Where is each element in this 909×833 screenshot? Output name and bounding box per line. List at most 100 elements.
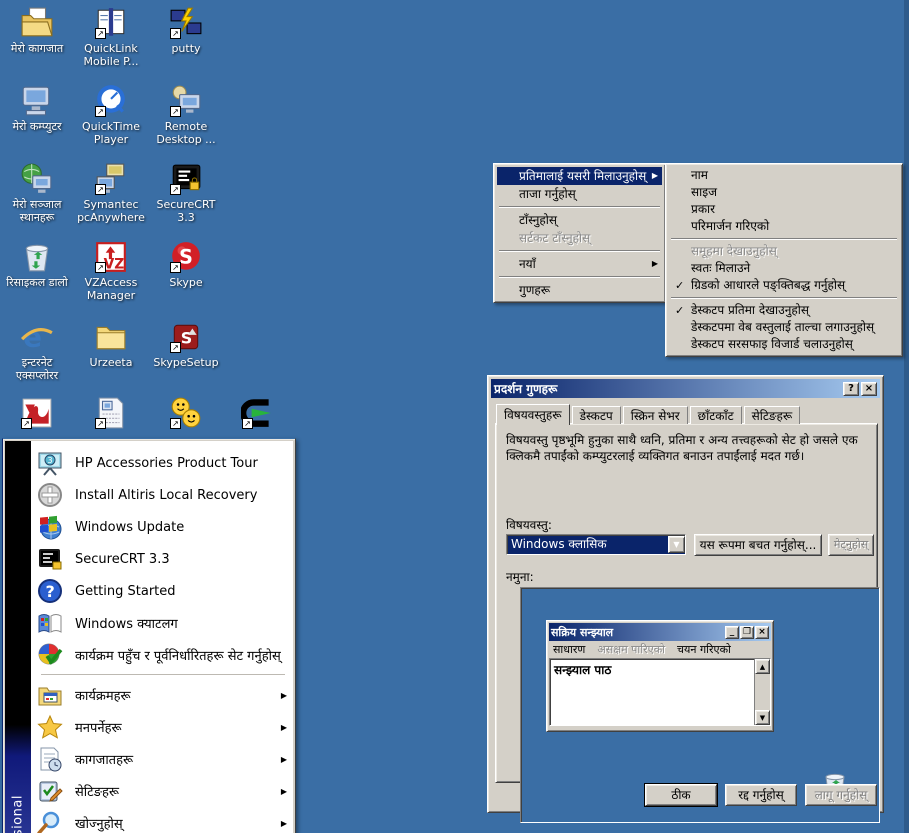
menu-separator (499, 276, 660, 278)
desktop-icon-quicklink[interactable]: ↗ QuickLink Mobile P... (75, 6, 147, 68)
desktop-icon-urzeeta[interactable]: Urzeeta (75, 320, 147, 369)
arrange-icons-submenu: नाम साइज प्रकार परिमार्जन गरिएको समूहमा … (665, 163, 903, 357)
desktop-context-menu: प्रतिमालाई यसरी मिलाउनुहोस्▶ ताजा गर्नुह… (493, 163, 666, 303)
dialog-title: प्रदर्शन गुणहरू (494, 380, 841, 397)
submenu-item-align-to-grid[interactable]: ✓ग्रिडको आधारले पङ्क्तिबद्ध गर्नुहोस् (669, 277, 899, 294)
start-item-windows-update[interactable]: Windows Update (31, 511, 293, 543)
preview-titlebar: सक्रिय सन्झ्याल _ ❐ × (549, 623, 771, 641)
desktop-icon-label: इन्टरनेट एक्सप्लोरर (1, 356, 73, 382)
tab-settings[interactable]: सेटिङहरू (744, 406, 801, 424)
context-item-arrange-icons[interactable]: प्रतिमालाई यसरी मिलाउनुहोस्▶ (497, 167, 662, 185)
dialog-titlebar[interactable]: प्रदर्शन गुणहरू ? × (491, 379, 880, 398)
start-item-windows-catalog[interactable]: Windows क्याटलग (31, 607, 293, 639)
desktop-icon-securecrt[interactable]: ↗ SecureCRT 3.3 (150, 162, 222, 224)
help-button[interactable]: ? (843, 382, 859, 396)
shortcut-arrow-icon: ↗ (242, 418, 253, 429)
desktop-icon-label: QuickTime Player (75, 120, 147, 146)
svg-text:S: S (181, 328, 192, 347)
desktop-icon-network-places[interactable]: मेरो सञ्जाल स्थानहरू (1, 162, 73, 224)
tab-themes[interactable]: विषयवस्तुहरू (496, 404, 570, 425)
submenu-item-name[interactable]: नाम (669, 167, 899, 184)
shortcut-arrow-icon: ↗ (170, 262, 181, 273)
start-item-program-access[interactable]: कार्यक्रम पहुँच र पूर्वनिर्धारितहरू सेट … (31, 639, 293, 671)
start-item-hp-tour[interactable]: 3 HP Accessories Product Tour (31, 447, 293, 479)
submenu-arrow-icon: ▶ (281, 723, 287, 732)
desktop-icon-remote-desktop[interactable]: ↗ Remote Desktop ... (150, 84, 222, 146)
start-item-search[interactable]: खोज्नुहोस् ▶ (31, 807, 293, 833)
skype-setup-icon: S↗ (169, 320, 203, 354)
desktop-icon-my-documents[interactable]: मेरो कागजात (1, 6, 73, 55)
desktop-icon-recycle-bin[interactable]: रिसाइकल डालो (1, 240, 73, 289)
menu-separator (671, 297, 897, 299)
catalog-book-icon (37, 610, 65, 636)
menu-separator (499, 250, 660, 252)
start-item-programs[interactable]: कार्यक्रमहरू ▶ (31, 679, 293, 711)
desktop-icon-diagram-doc[interactable]: ↗ (75, 396, 147, 432)
putty-icon: ↗ (169, 6, 203, 40)
submenu-item-auto-arrange[interactable]: स्वतः मिलाउने (669, 260, 899, 277)
desktop-icon-quicktime[interactable]: ↗ QuickTime Player (75, 84, 147, 146)
start-item-documents[interactable]: कागजातहरू ▶ (31, 743, 293, 775)
scroll-down-icon: ▼ (755, 710, 770, 725)
windows-update-icon (37, 514, 65, 540)
start-item-getting-started[interactable]: ? Getting Started (31, 575, 293, 607)
preview-window: सक्रिय सन्झ्याल _ ❐ × साधारण असक्षम पारि… (546, 620, 774, 732)
start-item-settings[interactable]: सेटिङहरू ▶ (31, 775, 293, 807)
submenu-arrow-icon: ▶ (281, 819, 287, 828)
desktop-icon-my-computer[interactable]: मेरो कम्प्युटर (1, 84, 73, 133)
submenu-item-run-cleanup-wizard[interactable]: डेस्कटप सरसफाइ विजार्ड चलाउनुहोस् (669, 336, 899, 353)
start-item-securecrt[interactable]: SecureCRT 3.3 (31, 543, 293, 575)
context-item-paste[interactable]: टाँस्नुहोस् (497, 211, 662, 229)
context-item-new[interactable]: नयाँ▶ (497, 255, 662, 273)
desktop: { "colors": { "desktop": "#3A6EA5", "des… (0, 0, 909, 833)
tab-screensaver[interactable]: स्क्रिन सेभर (623, 406, 688, 424)
theme-dropdown[interactable]: Windows क्लासिक ▼ (506, 534, 686, 555)
check-icon: ✓ (675, 302, 684, 319)
desktop-icon-putty[interactable]: ↗ putty (150, 6, 222, 55)
desktop-icon-label: मेरो कागजात (1, 42, 73, 55)
settings-icon (37, 778, 65, 804)
preview-menu-disabled: असक्षम पारिएको (597, 642, 665, 657)
context-item-properties[interactable]: गुणहरू (497, 281, 662, 299)
preview-scrollbar: ▲ ▼ (754, 659, 770, 725)
preview-window-title: सक्रिय सन्झ्याल (551, 625, 724, 640)
desktop-icon-skypesetup[interactable]: S↗ SkypeSetup (150, 320, 222, 369)
programs-folder-icon (37, 682, 65, 708)
submenu-item-size[interactable]: साइज (669, 184, 899, 201)
desktop-icon-acrobat[interactable]: ↗ (1, 396, 73, 432)
desktop-icon-messenger[interactable]: ↗ (150, 396, 222, 432)
start-item-favorites[interactable]: मनपर्नेहरू ▶ (31, 711, 293, 743)
start-item-altiris[interactable]: Install Altiris Local Recovery (31, 479, 293, 511)
dialog-tabs: विषयवस्तुहरू डेस्कटप स्क्रिन सेभर छाँटका… (496, 404, 802, 424)
ok-button[interactable]: ठीक (645, 784, 717, 806)
remote-desktop-icon: ↗ (169, 84, 203, 118)
shortcut-arrow-icon: ↗ (170, 106, 181, 117)
submenu-item-modified[interactable]: परिमार्जन गरिएको (669, 218, 899, 235)
preview-text-area: सन्झ्याल पाठ ▲ ▼ (549, 658, 771, 726)
internet-explorer-icon: e (20, 320, 54, 354)
close-button[interactable]: × (861, 382, 877, 396)
desktop-icon-label: Remote Desktop ... (150, 120, 222, 146)
context-item-paste-shortcut: सर्टकट टाँस्नुहोस् (497, 229, 662, 247)
desktop-icon-green-connector[interactable]: ↗ (222, 396, 294, 432)
submenu-item-type[interactable]: प्रकार (669, 201, 899, 218)
desktop-icon-pcanywhere[interactable]: ↗ Symantec pcAnywhere (75, 162, 147, 224)
question-icon: ? (37, 578, 65, 604)
theme-dropdown-value: Windows क्लासिक (511, 535, 668, 554)
documents-icon (37, 746, 65, 772)
desktop-icon-internet-explorer[interactable]: e इन्टरनेट एक्सप्लोरर (1, 320, 73, 382)
context-item-refresh[interactable]: ताजा गर्नुहोस् (497, 185, 662, 203)
submenu-item-lock-web-items[interactable]: डेस्कटपमा वेब वस्तुलाई ताल्चा लगाउनुहोस् (669, 319, 899, 336)
desktop-icon-skype[interactable]: S↗ Skype (150, 240, 222, 289)
tab-appearance[interactable]: छाँटकाँट (690, 406, 742, 424)
desktop-icon-label: QuickLink Mobile P... (75, 42, 147, 68)
save-as-button[interactable]: यस रूपमा बचत गर्नुहोस्... (694, 534, 822, 556)
cancel-button[interactable]: रद्द गर्नुहोस् (725, 784, 797, 806)
dropdown-arrow-icon[interactable]: ▼ (668, 536, 685, 553)
shortcut-arrow-icon: ↗ (95, 418, 106, 429)
desktop-icon-vzaccess[interactable]: VZ↗ VZAccess Manager (75, 240, 147, 302)
desktop-icon-label: VZAccess Manager (75, 276, 147, 302)
tab-desktop[interactable]: डेस्कटप (572, 406, 621, 424)
shortcut-arrow-icon: ↗ (170, 418, 181, 429)
submenu-item-show-desktop-icons[interactable]: ✓डेस्कटप प्रतिमा देखाउनुहोस् (669, 302, 899, 319)
